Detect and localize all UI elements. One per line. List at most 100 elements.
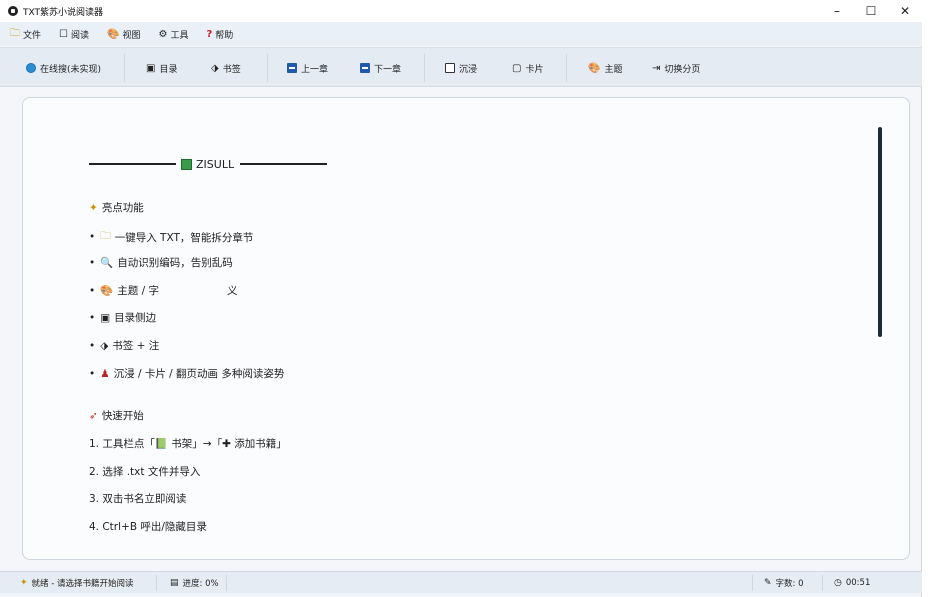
feature-text: 目录侧边 — [114, 312, 157, 324]
palette-icon: 🎨 — [100, 285, 114, 297]
palette-icon: 🎨 — [107, 28, 120, 40]
close-button[interactable]: ✕ — [888, 0, 922, 22]
document-icon: ▣ — [146, 62, 156, 74]
immersive-label: 沉浸 — [459, 64, 478, 75]
feature-item: • 🗀 一键导入 TXT，智能拆分章节 — [89, 228, 253, 246]
menu-file-label: 文件 — [23, 30, 42, 41]
bullet: • — [89, 367, 96, 380]
status-clock-text: 00:51 — [845, 578, 871, 588]
globe-icon — [26, 63, 36, 73]
bookmark-button[interactable]: ⬗ 书签 — [211, 48, 241, 88]
menu-view[interactable]: 🎨 视图 — [107, 28, 140, 41]
sparkle-icon: ✦ — [20, 578, 28, 588]
online-search-button[interactable]: 在线搜(未实现) — [26, 48, 101, 88]
status-wordcount: ✎ 字数: 0 — [764, 572, 804, 594]
prev-chapter-label: 上一章 — [301, 64, 329, 75]
bookmark-label: 书签 — [222, 64, 241, 75]
card-label: 卡片 — [525, 64, 544, 75]
step-text: 1. 工具栏点「📗 书架」→「✚ 添加书籍」 — [89, 438, 287, 450]
menu-bar: 🗀 文件 ☐ 阅读 🎨 视图 ⚙ 工具 ? 帮助 — [0, 22, 922, 46]
pagination-button[interactable]: ⇥ 切换分页 — [652, 48, 700, 88]
toolbar: 在线搜(未实现) ▣ 目录 ⬗ 书签 上一章 下一章 沉浸 ▢ 卡片 🎨 主题 … — [0, 47, 922, 87]
step-text: 4. Ctrl+B 呼出/隐藏目录 — [89, 521, 207, 533]
feature-text: 一键导入 TXT，智能拆分章节 — [114, 231, 254, 244]
theme-button[interactable]: 🎨 主题 — [588, 48, 622, 88]
highlights-heading-text: 亮点功能 — [101, 202, 144, 214]
question-icon: ? — [206, 28, 213, 40]
menu-tools[interactable]: ⚙ 工具 — [158, 28, 188, 41]
minimize-button[interactable]: – — [820, 0, 854, 22]
bullet: • — [89, 284, 96, 297]
app-icon — [8, 6, 18, 16]
feature-text: 主题 / 字 — [117, 285, 159, 297]
folder-icon: 🗀 — [10, 27, 20, 39]
feature-item: • 🎨 主题 / 字 义 — [89, 283, 238, 298]
palette-icon: 🎨 — [588, 62, 601, 74]
status-ready: ✦ 就绪 - 请选择书籍开始阅读 — [20, 572, 134, 594]
maximize-button[interactable]: ☐ — [854, 0, 888, 22]
bullet: • — [89, 311, 96, 324]
bullet: • — [89, 231, 96, 243]
online-search-label: 在线搜(未实现) — [40, 64, 102, 75]
toc-label: 目录 — [159, 64, 178, 75]
step-item: 4. Ctrl+B 呼出/隐藏目录 — [89, 519, 207, 534]
menu-file[interactable]: 🗀 文件 — [10, 26, 41, 43]
toolbar-divider — [267, 54, 268, 82]
folder-icon: 🗀 — [100, 230, 111, 242]
step-text: 2. 选择 .txt 文件并导入 — [89, 466, 201, 478]
chart-icon: ▤ — [170, 578, 179, 588]
feature-text-tail: 义 — [227, 285, 238, 297]
title-bar: TXT紫苏小说阅读器 – ☐ ✕ — [0, 0, 922, 22]
clock-icon: ◷ — [834, 578, 842, 588]
menu-tools-label: 工具 — [170, 30, 189, 41]
step-text: 3. 双击书名立即阅读 — [89, 493, 187, 505]
tag-icon: ⬗ — [211, 62, 219, 74]
banner: ZISULL — [89, 156, 789, 172]
card-button[interactable]: ▢ 卡片 — [512, 48, 543, 88]
next-chapter-button[interactable]: 下一章 — [360, 48, 401, 88]
window-title: TXT紫苏小说阅读器 — [23, 7, 104, 18]
feature-item: • ▣ 目录侧边 — [89, 310, 156, 325]
feature-item: • ♟ 沉浸 / 卡片 / 翻页动画 多种阅读姿势 — [89, 366, 284, 381]
status-divider — [822, 575, 823, 591]
prev-chapter-button[interactable]: 上一章 — [287, 48, 328, 88]
next-chapter-label: 下一章 — [374, 64, 402, 75]
immersive-button[interactable]: 沉浸 — [445, 48, 477, 88]
window-controls: – ☐ ✕ — [820, 0, 922, 22]
theme-label: 主题 — [604, 64, 623, 75]
bullet: • — [89, 339, 96, 352]
status-clock: ◷ 00:51 — [834, 572, 870, 594]
status-wordcount-text: 字数: 0 — [775, 579, 804, 589]
feature-text: 自动识别编码，告别乱码 — [117, 257, 233, 269]
tag-icon: ⬗ — [100, 339, 109, 352]
bullet: • — [89, 256, 96, 269]
feature-text: 书签 + 注 — [112, 340, 160, 352]
reading-content: ZISULL ✦ 亮点功能 • 🗀 一键导入 TXT，智能拆分章节 • 🔍 自动… — [89, 156, 789, 533]
square-icon: ☐ — [59, 28, 68, 40]
magnifier-icon: 🔍 — [100, 257, 114, 269]
status-progress: ▤ 进度: 0% — [170, 572, 219, 594]
feature-text: 沉浸 / 卡片 / 翻页动画 多种阅读姿势 — [113, 368, 285, 380]
scrollbar-thumb[interactable] — [878, 127, 882, 337]
rocket-icon: ➶ — [89, 409, 98, 422]
status-ready-text: 就绪 - 请选择书籍开始阅读 — [31, 579, 134, 589]
menu-read[interactable]: ☐ 阅读 — [59, 28, 89, 41]
memo-icon: ✎ — [764, 578, 772, 588]
next-chapter-icon — [360, 63, 370, 73]
menu-view-label: 视图 — [122, 30, 141, 41]
page-toggle-icon: ⇥ — [652, 62, 661, 74]
toolbar-divider — [566, 54, 567, 82]
toolbar-divider — [124, 54, 125, 82]
menu-help[interactable]: ? 帮助 — [206, 28, 233, 41]
step-item: 2. 选择 .txt 文件并导入 — [89, 464, 200, 479]
sparkle-icon: ✦ — [89, 201, 98, 214]
toc-button[interactable]: ▣ 目录 — [146, 48, 177, 88]
banner-rule-left — [89, 163, 176, 165]
quickstart-heading-text: 快速开始 — [101, 410, 144, 422]
reading-pane[interactable]: ZISULL ✦ 亮点功能 • 🗀 一键导入 TXT，智能拆分章节 • 🔍 自动… — [22, 97, 910, 560]
highlights-heading: ✦ 亮点功能 — [89, 200, 144, 215]
status-divider — [156, 575, 157, 591]
banner-title: ZISULL — [196, 157, 235, 171]
app-window: TXT紫苏小说阅读器 – ☐ ✕ 🗀 文件 ☐ 阅读 🎨 视图 ⚙ 工具 ? 帮… — [0, 0, 922, 597]
joystick-icon: ♟ — [100, 367, 110, 380]
